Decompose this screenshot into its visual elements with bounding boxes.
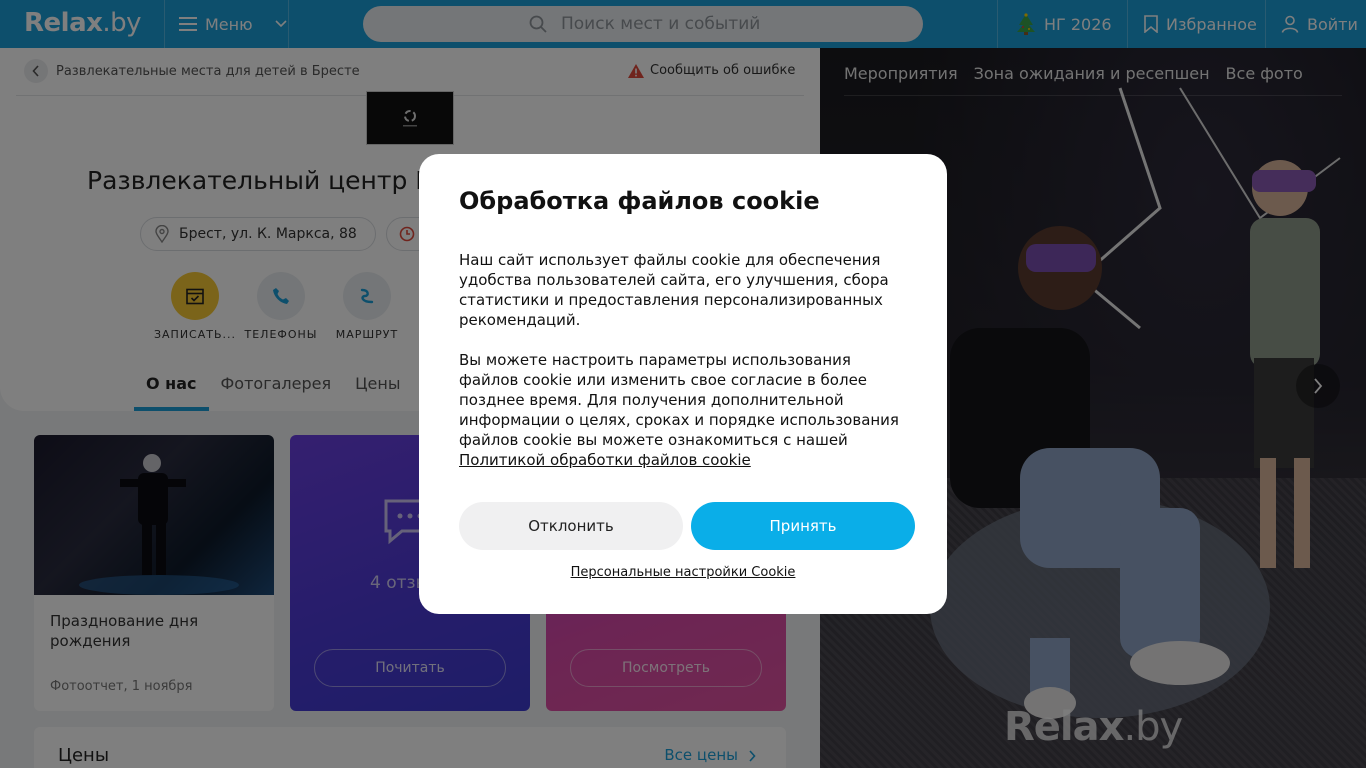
- accept-button[interactable]: Принять: [691, 502, 915, 550]
- cookie-title: Обработка файлов cookie: [459, 187, 820, 215]
- decline-button[interactable]: Отклонить: [459, 502, 683, 550]
- cookie-policy-link[interactable]: Политикой обработки файлов cookie: [459, 451, 751, 469]
- cookie-paragraph-2: Вы можете настроить параметры использова…: [459, 350, 911, 470]
- personal-settings-link[interactable]: Персональные настройки Cookie: [419, 565, 947, 580]
- cookie-dialog: Обработка файлов cookie Наш сайт использ…: [419, 154, 947, 614]
- cookie-paragraph-2-text: Вы можете настроить параметры использова…: [459, 351, 899, 449]
- cookie-paragraph-1: Наш сайт использует файлы cookie для обе…: [459, 251, 889, 329]
